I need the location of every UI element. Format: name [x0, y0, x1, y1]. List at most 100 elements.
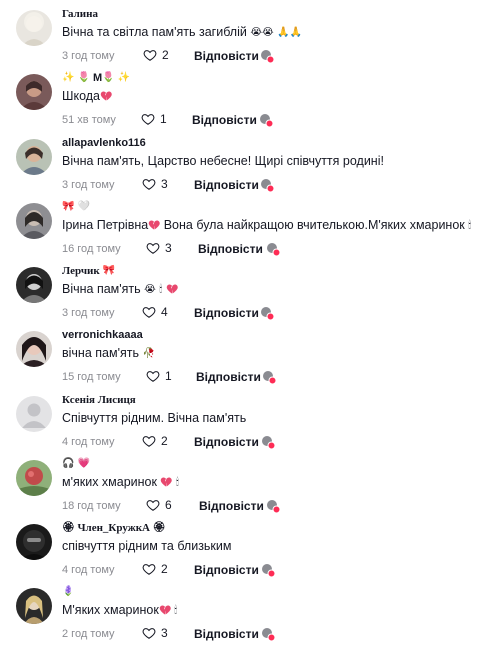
- comment-time: 15 год тому: [62, 371, 121, 383]
- reply-button[interactable]: Відповісти: [194, 563, 259, 577]
- avatar[interactable]: [16, 588, 52, 624]
- reply-button[interactable]: Відповісти: [196, 370, 261, 384]
- comment-author-label: М: [93, 72, 103, 84]
- comment-time: 4 год тому: [62, 564, 115, 576]
- thumbs-down-icon[interactable]: [265, 498, 281, 514]
- like-button[interactable]: 6: [146, 498, 172, 512]
- comment-text: вічна пам'ять 🥀: [62, 346, 155, 360]
- like-count: 3: [165, 241, 172, 255]
- reply-button[interactable]: Відповісти: [194, 306, 259, 320]
- avatar[interactable]: [16, 203, 52, 239]
- thumbs-down-icon[interactable]: [258, 112, 274, 128]
- candle-emoji-icon: 🕯: [159, 283, 163, 295]
- like-button[interactable]: 1: [141, 112, 167, 126]
- comment-meta: 4 год тому 2 Відповісти: [62, 434, 482, 451]
- comment-text: Вічна та світла пам'ять загиблій 😭😭 🙏🙏: [62, 25, 302, 39]
- avatar[interactable]: [16, 331, 52, 367]
- heart-outline-icon: [142, 436, 156, 447]
- comment-meta: 51 хв тому 1 Відповісти: [62, 112, 482, 129]
- avatar[interactable]: [16, 74, 52, 110]
- comment-time: 51 хв тому: [62, 114, 116, 126]
- comment-text-body: м'яких хмаринок: [62, 475, 157, 489]
- comment-text: співчуття рідним та близьким: [62, 539, 232, 553]
- like-button[interactable]: 4: [142, 305, 168, 319]
- comment-meta: 18 год тому 6 Відповісти: [62, 498, 482, 515]
- like-button[interactable]: 2: [142, 562, 168, 576]
- candle-emoji-icon: 🕯: [174, 604, 178, 616]
- headphones-emoji-icon: 🎧: [62, 458, 75, 470]
- tulip-emoji-icon: 🌷: [102, 72, 115, 84]
- comment-text: Шкода: [62, 89, 112, 103]
- comment-author[interactable]: verronichkaaaa: [62, 329, 143, 341]
- comment-meta: 15 год тому 1 Відповісти: [62, 369, 482, 386]
- reply-button[interactable]: Відповісти: [194, 49, 259, 63]
- reply-button[interactable]: Відповісти: [194, 178, 259, 192]
- flower-emoji-icon: 🏵: [152, 522, 166, 534]
- comment-item: 🏵 Член_КружкА 🏵 співчуття рідним та близ…: [0, 522, 500, 588]
- reply-button[interactable]: Відповісти: [194, 435, 259, 449]
- thumbs-down-icon[interactable]: [259, 48, 275, 64]
- comment-time: 2 год тому: [62, 628, 115, 640]
- like-button[interactable]: 2: [143, 48, 169, 62]
- reply-button[interactable]: Відповісти: [198, 242, 263, 256]
- thumbs-down-icon[interactable]: [260, 626, 276, 642]
- avatar[interactable]: [16, 267, 52, 303]
- comment-text-body: Вона була найкращою вчителькою.М'яких хм…: [163, 218, 465, 232]
- tulip-emoji-icon: 🌷: [77, 72, 90, 84]
- like-button[interactable]: 3: [146, 241, 172, 255]
- comment-text: М'яких хмаринок 🕯: [62, 603, 177, 617]
- comment-author[interactable]: ✨ 🌷 М🌷 ✨: [62, 72, 130, 84]
- avatar[interactable]: [16, 139, 52, 175]
- comment-author[interactable]: allapavlenko116: [62, 137, 146, 149]
- sparkles-emoji-icon: ✨: [117, 72, 131, 84]
- thumbs-down-icon[interactable]: [265, 241, 281, 257]
- thumbs-down-icon[interactable]: [260, 434, 276, 450]
- thumbs-down-icon[interactable]: [261, 369, 277, 385]
- comment-meta: 2 год тому 3 Відповісти: [62, 626, 482, 643]
- heart-outline-icon: [143, 50, 157, 61]
- like-button[interactable]: 3: [142, 177, 168, 191]
- thumbs-down-icon[interactable]: [259, 305, 275, 321]
- avatar[interactable]: [16, 396, 52, 432]
- comment-text-body: Вічна та світла пам'ять загиблій: [62, 25, 247, 39]
- heart-outline-icon: [142, 307, 156, 318]
- white-heart-emoji-icon: 🤍: [77, 201, 90, 213]
- reply-button[interactable]: Відповісти: [199, 499, 264, 513]
- ribbon-emoji-icon: 🎀: [102, 265, 115, 277]
- comment-time: 3 год тому: [62, 307, 115, 319]
- comment-time: 3 год тому: [62, 50, 115, 62]
- heart-outline-icon: [146, 500, 160, 511]
- comment-item: Галина Вічна та світла пам'ять загиблій …: [0, 8, 500, 74]
- comment-text: м'яких хмаринок 🕯: [62, 475, 179, 489]
- avatar[interactable]: [16, 524, 52, 560]
- broken-heart-emoji-icon: [166, 284, 178, 294]
- like-count: 2: [161, 434, 168, 448]
- rose-emoji-icon: 🥀: [142, 347, 155, 359]
- like-button[interactable]: 1: [146, 369, 172, 383]
- comment-author[interactable]: 🎧 💗: [62, 458, 90, 470]
- like-button[interactable]: 2: [142, 434, 168, 448]
- comment-author[interactable]: 🏵 Член_КружкА 🏵: [62, 522, 165, 534]
- heart-outline-icon: [146, 371, 160, 382]
- comment-author[interactable]: 🪻: [62, 586, 74, 598]
- flower-emoji-icon: 🏵: [62, 522, 75, 534]
- reply-button[interactable]: Відповісти: [192, 113, 257, 127]
- avatar[interactable]: [16, 10, 52, 46]
- comment-author[interactable]: Ксенія Лисиця: [62, 394, 136, 406]
- comment-item: 🎀 🤍 Ірина Петрівна Вона була найкращою в…: [0, 201, 500, 267]
- comment-author[interactable]: Лерчик 🎀: [62, 265, 115, 277]
- comment-author[interactable]: 🎀 🤍: [62, 201, 90, 213]
- reply-button[interactable]: Відповісти: [194, 627, 259, 641]
- thumbs-down-icon[interactable]: [260, 562, 276, 578]
- like-button[interactable]: 3: [142, 626, 168, 640]
- like-count: 2: [162, 48, 169, 62]
- broken-heart-emoji-icon: [159, 605, 171, 615]
- comment-item: Лерчик 🎀 Вічна пам'ять 😭 🕯 3 год тому 4 …: [0, 265, 500, 331]
- comment-author[interactable]: Галина: [62, 8, 98, 20]
- praying-hands-emoji-icon: 🙏: [289, 26, 303, 38]
- avatar[interactable]: [16, 460, 52, 496]
- heart-outline-icon: [142, 564, 156, 575]
- comment-meta: 3 год тому 4 Відповісти: [62, 305, 482, 322]
- thumbs-down-icon[interactable]: [259, 177, 275, 193]
- comment-item: Ксенія Лисиця Співчуття рідним. Вічна па…: [0, 394, 500, 460]
